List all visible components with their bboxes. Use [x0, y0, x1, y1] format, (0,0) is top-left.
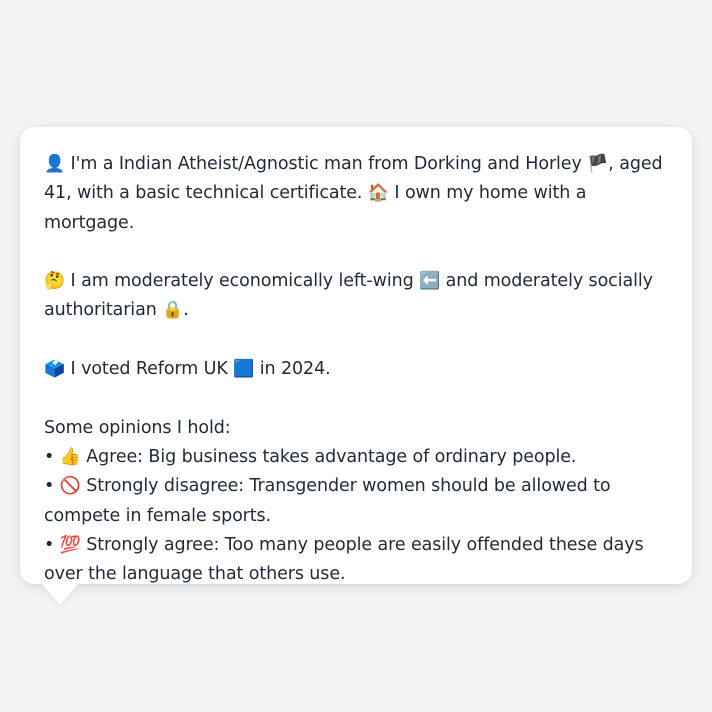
message-bubble: 👤 I'm a Indian Atheist/Agnostic man from… [20, 127, 692, 605]
vote-text-b: in 2024. [259, 359, 331, 380]
blue-square-icon: 🟦 [233, 359, 255, 380]
england-flag-icon: 🏴 [587, 154, 609, 174]
house-icon: 🏠 [367, 183, 389, 204]
thinking-face-icon: 🤔 [44, 271, 66, 292]
intro-paragraph: 👤 I'm a Indian Atheist/Agnostic man from… [44, 150, 668, 238]
opinion-item: • 💯 Strongly agree: Too many people are … [44, 531, 668, 590]
politics-text-c: . [183, 300, 189, 321]
politics-text-a: I am moderately economically left-wing [70, 271, 414, 292]
bullet: • [44, 476, 55, 497]
bullet: • [44, 446, 55, 467]
left-arrow-icon: ⬅️ [419, 271, 441, 292]
opinion-item: • 👍 Agree: Big business takes advantage … [44, 443, 668, 472]
politics-paragraph: 🤔 I am moderately economically left-wing… [44, 267, 668, 326]
prohibited-icon: 🚫 [59, 476, 81, 497]
bubble-tail [42, 584, 78, 605]
vote-paragraph: 🗳️ I voted Reform UK 🟦 in 2024. [44, 355, 668, 384]
bullet: • [44, 534, 55, 555]
opinion-item: • 🚫 Strongly disagree: Transgender women… [44, 472, 668, 531]
intro-text-a: I'm a Indian Atheist/Agnostic man from D… [70, 154, 582, 174]
lock-icon: 🔒 [162, 300, 184, 321]
opinions-heading: Some opinions I hold: [44, 417, 231, 438]
vote-text-a: I voted Reform UK [70, 359, 228, 380]
person-icon: 👤 [44, 154, 66, 174]
opinion-text: Strongly disagree: Transgender women sho… [44, 476, 611, 526]
hundred-points-icon: 💯 [59, 534, 81, 555]
opinion-text: Agree: Big business takes advantage of o… [86, 446, 577, 467]
opinion-text: Strongly agree: Too many people are easi… [44, 534, 644, 585]
thumbs-up-icon: 👍 [59, 446, 81, 467]
ballot-box-icon: 🗳️ [44, 359, 66, 380]
